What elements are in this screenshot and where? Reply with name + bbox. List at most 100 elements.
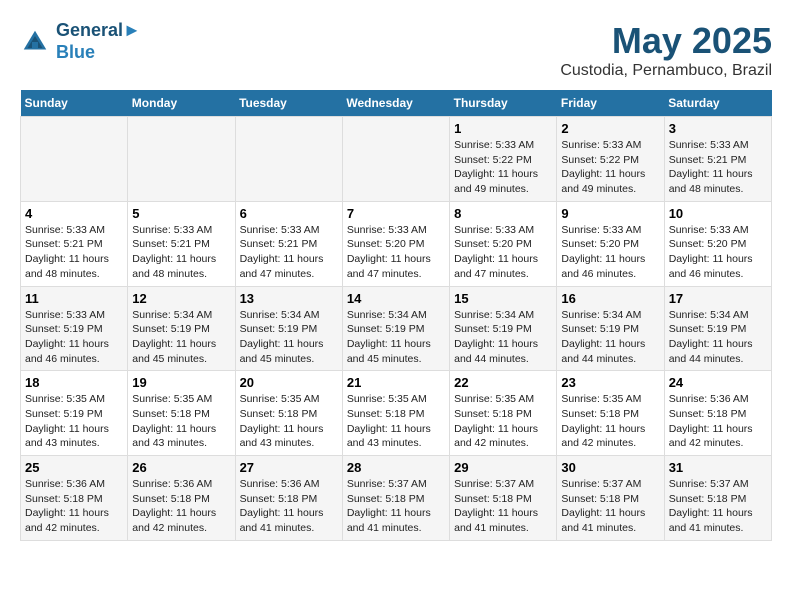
day-number: 9 [561,206,659,221]
day-info: Sunrise: 5:33 AM Sunset: 5:21 PM Dayligh… [132,223,230,282]
day-info: Sunrise: 5:37 AM Sunset: 5:18 PM Dayligh… [347,477,445,536]
day-info: Sunrise: 5:33 AM Sunset: 5:20 PM Dayligh… [669,223,767,282]
calendar-week-row: 1 Sunrise: 5:33 AM Sunset: 5:22 PM Daylig… [21,117,772,202]
day-info: Sunrise: 5:33 AM Sunset: 5:20 PM Dayligh… [561,223,659,282]
calendar-cell: 29Sunrise: 5:37 AM Sunset: 5:18 PM Dayli… [450,456,557,541]
calendar-cell: 2 Sunrise: 5:33 AM Sunset: 5:22 PM Daylig… [557,117,664,202]
day-info: Sunrise: 5:37 AM Sunset: 5:18 PM Dayligh… [669,477,767,536]
day-info: Sunrise: 5:33 AM Sunset: 5:21 PM Dayligh… [25,223,123,282]
calendar-day-header: Saturday [664,90,771,117]
calendar-cell: 23Sunrise: 5:35 AM Sunset: 5:18 PM Dayli… [557,371,664,456]
calendar-cell: 19 Sunrise: 5:35 AM Sunset: 5:18 PM Dayli… [128,371,235,456]
day-number: 5 [132,206,230,221]
day-info: Sunrise: 5:35 AM Sunset: 5:18 PM Dayligh… [454,392,552,451]
day-info: Sunrise: 5:37 AM Sunset: 5:18 PM Dayligh… [561,477,659,536]
calendar-cell: 12 Sunrise: 5:34 AM Sunset: 5:19 PM Dayli… [128,286,235,371]
day-info: Sunrise: 5:35 AM Sunset: 5:18 PM Dayligh… [347,392,445,451]
day-info: Sunrise: 5:34 AM Sunset: 5:19 PM Dayligh… [240,308,338,367]
day-info: Sunrise: 5:36 AM Sunset: 5:18 PM Dayligh… [132,477,230,536]
day-number: 16 [561,291,659,306]
calendar-cell: 24 Sunrise: 5:36 AM Sunset: 5:18 PM Dayli… [664,371,771,456]
day-info: Sunrise: 5:34 AM Sunset: 5:19 PM Dayligh… [669,308,767,367]
calendar-cell: 27 Sunrise: 5:36 AM Sunset: 5:18 PM Dayli… [235,456,342,541]
calendar-cell: 20 Sunrise: 5:35 AM Sunset: 5:18 PM Dayli… [235,371,342,456]
calendar-week-row: 25 Sunrise: 5:36 AM Sunset: 5:18 PM Dayli… [21,456,772,541]
calendar-cell: 6Sunrise: 5:33 AM Sunset: 5:21 PM Daylig… [235,201,342,286]
day-info: Sunrise: 5:35 AM Sunset: 5:18 PM Dayligh… [561,392,659,451]
day-info: Sunrise: 5:34 AM Sunset: 5:19 PM Dayligh… [347,308,445,367]
day-info: Sunrise: 5:33 AM Sunset: 5:21 PM Dayligh… [240,223,338,282]
calendar-cell: 31 Sunrise: 5:37 AM Sunset: 5:18 PM Dayli… [664,456,771,541]
day-number: 1 [454,121,552,136]
calendar-day-header: Wednesday [342,90,449,117]
calendar-cell: 1 Sunrise: 5:33 AM Sunset: 5:22 PM Daylig… [450,117,557,202]
logo: General► Blue [20,20,141,63]
main-title: May 2025 [560,20,772,62]
day-number: 20 [240,375,338,390]
day-number: 2 [561,121,659,136]
calendar-week-row: 11Sunrise: 5:33 AM Sunset: 5:19 PM Dayli… [21,286,772,371]
calendar-cell: 25Sunrise: 5:36 AM Sunset: 5:18 PM Dayli… [21,456,128,541]
day-info: Sunrise: 5:35 AM Sunset: 5:19 PM Dayligh… [25,392,123,451]
subtitle: Custodia, Pernambuco, Brazil [560,62,772,80]
day-number: 4 [25,206,123,221]
calendar-day-header: Sunday [21,90,128,117]
calendar-cell: 10 Sunrise: 5:33 AM Sunset: 5:20 PM Dayli… [664,201,771,286]
calendar-cell: 16Sunrise: 5:34 AM Sunset: 5:19 PM Dayli… [557,286,664,371]
day-info: Sunrise: 5:35 AM Sunset: 5:18 PM Dayligh… [132,392,230,451]
calendar-cell: 3 Sunrise: 5:33 AM Sunset: 5:21 PM Daylig… [664,117,771,202]
day-number: 26 [132,460,230,475]
day-info: Sunrise: 5:34 AM Sunset: 5:19 PM Dayligh… [454,308,552,367]
calendar-cell: 4 Sunrise: 5:33 AM Sunset: 5:21 PM Daylig… [21,201,128,286]
calendar-cell: 13 Sunrise: 5:34 AM Sunset: 5:19 PM Dayli… [235,286,342,371]
day-number: 24 [669,375,767,390]
calendar-week-row: 4 Sunrise: 5:33 AM Sunset: 5:21 PM Daylig… [21,201,772,286]
calendar-cell: 26 Sunrise: 5:36 AM Sunset: 5:18 PM Dayli… [128,456,235,541]
calendar-cell: 11Sunrise: 5:33 AM Sunset: 5:19 PM Dayli… [21,286,128,371]
day-number: 21 [347,375,445,390]
day-info: Sunrise: 5:36 AM Sunset: 5:18 PM Dayligh… [240,477,338,536]
day-number: 25 [25,460,123,475]
day-number: 13 [240,291,338,306]
day-number: 7 [347,206,445,221]
day-number: 14 [347,291,445,306]
day-info: Sunrise: 5:33 AM Sunset: 5:20 PM Dayligh… [347,223,445,282]
calendar-cell: 17Sunrise: 5:34 AM Sunset: 5:19 PM Dayli… [664,286,771,371]
calendar-day-header: Thursday [450,90,557,117]
calendar-cell [235,117,342,202]
day-info: Sunrise: 5:33 AM Sunset: 5:21 PM Dayligh… [669,138,767,197]
calendar-cell: 22 Sunrise: 5:35 AM Sunset: 5:18 PM Dayli… [450,371,557,456]
day-info: Sunrise: 5:35 AM Sunset: 5:18 PM Dayligh… [240,392,338,451]
day-info: Sunrise: 5:36 AM Sunset: 5:18 PM Dayligh… [669,392,767,451]
calendar-cell: 18Sunrise: 5:35 AM Sunset: 5:19 PM Dayli… [21,371,128,456]
day-number: 3 [669,121,767,136]
day-number: 22 [454,375,552,390]
calendar-cell: 14 Sunrise: 5:34 AM Sunset: 5:19 PM Dayli… [342,286,449,371]
calendar-cell [21,117,128,202]
day-info: Sunrise: 5:33 AM Sunset: 5:22 PM Dayligh… [454,138,552,197]
day-number: 30 [561,460,659,475]
day-number: 29 [454,460,552,475]
logo-text: General► Blue [56,20,141,63]
calendar-cell: 5 Sunrise: 5:33 AM Sunset: 5:21 PM Daylig… [128,201,235,286]
calendar-day-header: Monday [128,90,235,117]
day-number: 27 [240,460,338,475]
calendar-table: SundayMondayTuesdayWednesdayThursdayFrid… [20,90,772,541]
calendar-cell: 8 Sunrise: 5:33 AM Sunset: 5:20 PM Daylig… [450,201,557,286]
calendar-cell: 7 Sunrise: 5:33 AM Sunset: 5:20 PM Daylig… [342,201,449,286]
day-info: Sunrise: 5:33 AM Sunset: 5:19 PM Dayligh… [25,308,123,367]
calendar-cell [342,117,449,202]
day-info: Sunrise: 5:33 AM Sunset: 5:20 PM Dayligh… [454,223,552,282]
day-number: 10 [669,206,767,221]
day-info: Sunrise: 5:34 AM Sunset: 5:19 PM Dayligh… [132,308,230,367]
day-number: 19 [132,375,230,390]
day-number: 15 [454,291,552,306]
day-number: 8 [454,206,552,221]
calendar-cell: 28Sunrise: 5:37 AM Sunset: 5:18 PM Dayli… [342,456,449,541]
calendar-cell: 21 Sunrise: 5:35 AM Sunset: 5:18 PM Dayli… [342,371,449,456]
day-number: 12 [132,291,230,306]
day-number: 31 [669,460,767,475]
calendar-cell: 30 Sunrise: 5:37 AM Sunset: 5:18 PM Dayli… [557,456,664,541]
calendar-day-header: Tuesday [235,90,342,117]
day-info: Sunrise: 5:33 AM Sunset: 5:22 PM Dayligh… [561,138,659,197]
